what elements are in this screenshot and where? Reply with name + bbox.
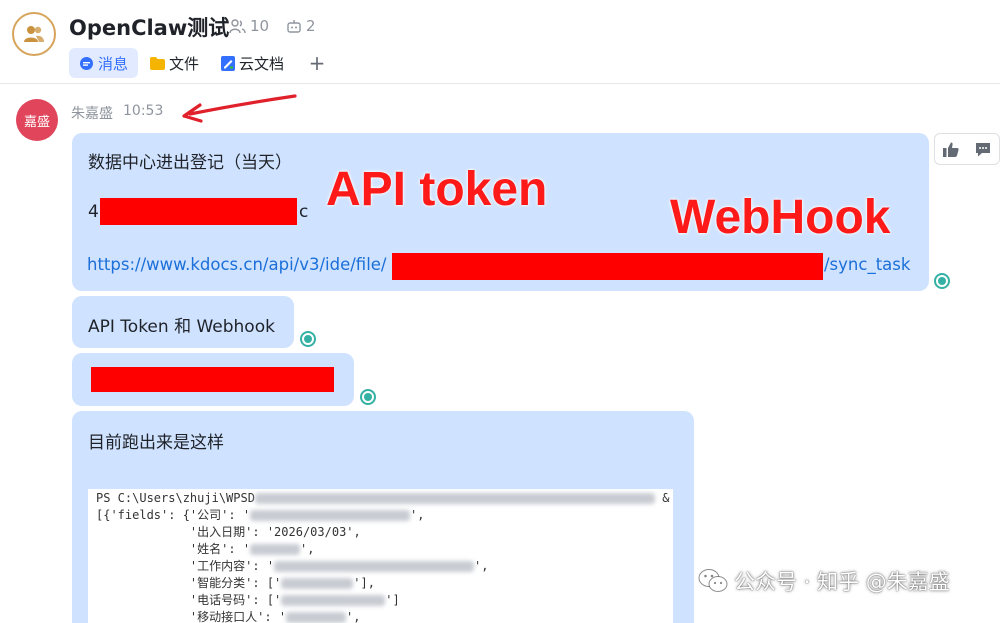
folder-icon [150,56,166,70]
read-status-icon [300,331,316,347]
message-actions [934,133,1000,165]
terminal-line: '移动接口人': ' ', [96,610,361,623]
webhook-link-suffix[interactable]: /sync_task [824,255,910,274]
chat-header: OpenClaw测试 10 2 消息 文件 云文档 + [0,0,1000,84]
group-avatar[interactable] [12,12,56,56]
bubble1-heading: 数据中心进出登记（当天） [88,153,292,173]
api-token-annotation: API token [326,163,548,216]
reply-comment-icon[interactable] [975,142,991,157]
read-status-icon [360,389,376,405]
terminal-line: '智能分类': [' '], [96,576,375,590]
bubble4-text: 目前跑出来是这样 [88,433,224,453]
arrow-annotation-icon [182,94,297,123]
sender-name[interactable]: 朱嘉盛 [71,103,113,123]
tab-messages[interactable]: 消息 [69,48,139,78]
terminal-screenshot[interactable]: PS C:\Users\zhuji\WPSD & [{'fields': {'公… [88,489,673,623]
sender-avatar[interactable]: 嘉盛 [16,99,58,141]
token-prefix: 4 [88,202,99,222]
read-status-icon [934,273,950,289]
terminal-line: '出入日期': '2026/03/03', [96,525,361,539]
webhook-link-prefix[interactable]: https://www.kdocs.cn/api/v3/ide/file/ [87,255,387,274]
terminal-line: PS C:\Users\zhuji\WPSD & [96,491,670,505]
member-count[interactable]: 10 [229,17,269,35]
webhook-annotation: WebHook [670,191,891,244]
tab-cloud-docs[interactable]: 云文档 [211,48,294,78]
bubble2-text: API Token 和 Webhook [88,317,275,337]
message-bubble-icon [80,56,93,70]
tab-messages-label: 消息 [98,54,129,73]
bot-count-value: 2 [306,17,316,35]
message-time: 10:53 [123,103,164,119]
terminal-line: [{'fields': {'公司': ' ', [96,508,425,522]
tab-files[interactable]: 文件 [140,48,209,78]
watermark-text: 公众号 · 知乎 @朱嘉盛 [734,570,950,594]
tab-files-label: 文件 [169,54,200,73]
chat-title[interactable]: OpenClaw测试 [69,12,229,42]
bot-count[interactable]: 2 [286,17,316,35]
redacted-token [100,198,297,225]
sender-line: 朱嘉盛 10:53 [71,103,163,123]
member-count-value: 10 [250,17,270,35]
redacted-webhook-id [392,253,823,280]
terminal-line: '电话号码': [' '] [96,593,400,607]
redacted-message [91,367,334,392]
add-tab-button[interactable]: + [302,48,332,78]
thumbs-up-icon[interactable] [943,142,959,157]
chat-tabs: 消息 文件 云文档 + [69,48,332,78]
wechat-icon [698,569,728,592]
members-icon [229,18,246,33]
terminal-line: '姓名': ' ', [96,542,315,556]
token-suffix: c [299,202,309,222]
cloud-doc-icon [221,55,236,71]
watermark: 公众号 · 知乎 @朱嘉盛 [698,566,950,596]
terminal-line: '工作内容': ' ', [96,559,489,573]
tab-cloud-docs-label: 云文档 [239,54,285,73]
robot-icon [287,19,301,33]
group-icon [24,26,44,42]
